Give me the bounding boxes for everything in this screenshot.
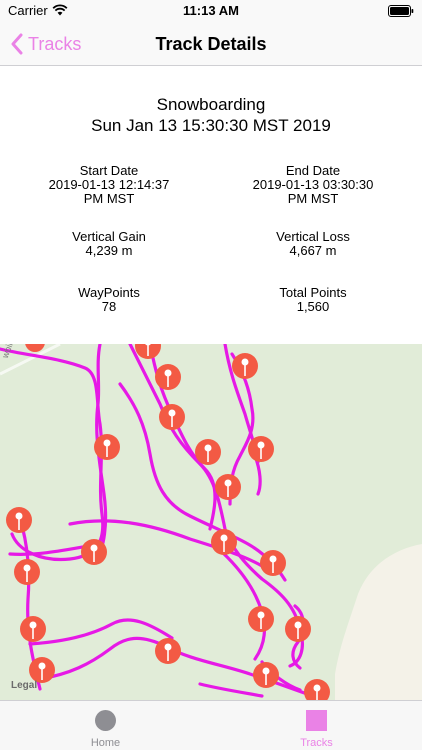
terrain-patch [335, 544, 422, 700]
map-pin-icon[interactable] [81, 539, 107, 565]
vertical-gain-value: 4,239 m [85, 243, 133, 258]
tab-tracks-label: Tracks [300, 737, 333, 749]
end-date-label: End Date [285, 163, 341, 178]
map-pin-icon[interactable] [211, 529, 237, 555]
map-pin-icon[interactable] [14, 559, 40, 585]
start-date-stat: Start Date 2019-01-13 12:14:37 PM MST [9, 164, 209, 206]
activity-name: Snowboarding [156, 95, 266, 114]
navigation-bar: Tracks Track Details [0, 22, 422, 66]
battery-icon [388, 5, 414, 17]
map-pin-icon[interactable] [232, 353, 258, 379]
map-pin-icon[interactable] [25, 344, 45, 352]
tab-home[interactable]: Home [0, 701, 211, 751]
tracks-square-icon [306, 710, 327, 731]
map-pin-icon[interactable] [304, 679, 330, 700]
waypoints-stat: WayPoints 78 [9, 286, 209, 314]
end-date-stat: End Date 2019-01-13 03:30:30 PM MST [213, 164, 413, 206]
vertical-gain-stat: Vertical Gain 4,239 m [9, 230, 209, 258]
total-points-label: Total Points [279, 285, 347, 300]
map-pin-icon[interactable] [94, 434, 120, 460]
vertical-gain-label: Vertical Gain [72, 229, 146, 244]
vertical-loss-label: Vertical Loss [276, 229, 350, 244]
map-pin-icon[interactable] [6, 507, 32, 533]
legal-link[interactable]: Legal [11, 680, 37, 691]
start-date-label: Start Date [79, 163, 139, 178]
vertical-loss-stat: Vertical Loss 4,667 m [213, 230, 413, 258]
map-pin-icon[interactable] [215, 474, 241, 500]
tab-bar: Home Tracks [0, 700, 422, 750]
map-pin-icon[interactable] [159, 404, 185, 430]
home-circle-icon [95, 710, 116, 731]
map-pin-icon[interactable] [253, 662, 279, 688]
tab-home-label: Home [90, 737, 121, 749]
track-map[interactable]: wbird Rd Legal [0, 344, 422, 700]
waypoints-value: 78 [101, 299, 117, 314]
map-pin-icon[interactable] [248, 606, 274, 632]
map-pin-icon[interactable] [248, 436, 274, 462]
start-date-zone: PM MST [83, 191, 135, 206]
start-date-value: 2019-01-13 12:14:37 [48, 177, 170, 192]
map-pin-icon[interactable] [155, 364, 181, 390]
map-pin-icon[interactable] [260, 550, 286, 576]
page-title: Track Details [155, 34, 267, 54]
vertical-loss-value: 4,667 m [289, 243, 337, 258]
status-bar: Carrier 11:13 AM [0, 0, 422, 22]
end-date-value: 2019-01-13 03:30:30 [252, 177, 374, 192]
end-date-zone: PM MST [287, 191, 339, 206]
total-points-value: 1,560 [296, 299, 330, 314]
status-time: 11:13 AM [183, 3, 239, 18]
waypoint-pins [6, 344, 330, 700]
waypoints-label: WayPoints [78, 285, 140, 300]
total-points-stat: Total Points 1,560 [213, 286, 413, 314]
track-date: Sun Jan 13 15:30:30 MST 2019 [91, 116, 331, 135]
track-summary: Snowboarding Sun Jan 13 15:30:30 MST 201… [0, 66, 422, 344]
map-pin-icon[interactable] [285, 616, 311, 642]
map-pin-icon[interactable] [135, 344, 161, 359]
map-canvas[interactable] [0, 344, 422, 700]
tab-tracks[interactable]: Tracks [211, 701, 422, 751]
map-pin-icon[interactable] [20, 616, 46, 642]
map-pin-icon[interactable] [195, 439, 221, 465]
map-pin-icon[interactable] [155, 638, 181, 664]
